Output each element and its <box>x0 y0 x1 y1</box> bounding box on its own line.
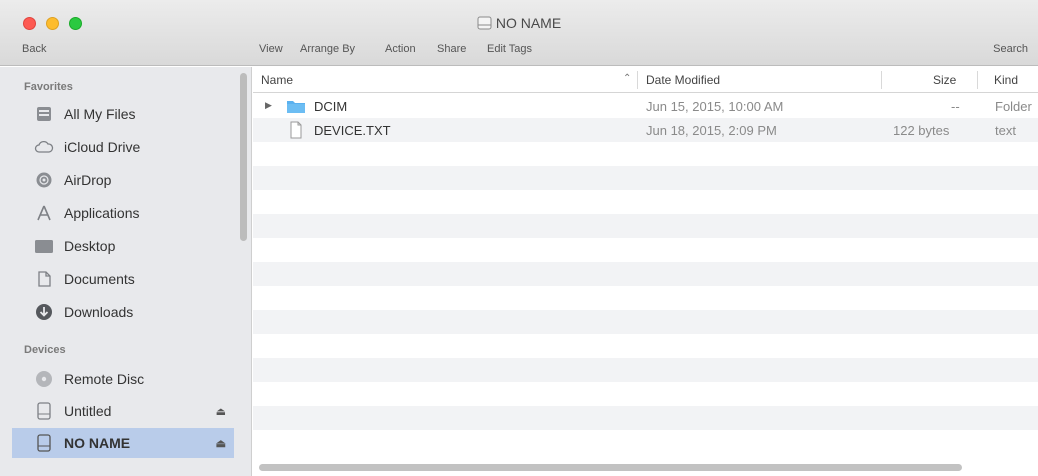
sidebar-item-label: All My Files <box>64 106 136 122</box>
window-toolbar: NO NAME Back View Arrange By Action Shar… <box>0 0 1038 66</box>
window-title-text: NO NAME <box>495 15 562 31</box>
eject-icon[interactable]: ⏏ <box>216 437 226 450</box>
empty-row <box>253 190 1038 214</box>
sidebar-item-all-my-files[interactable]: All My Files <box>12 99 234 129</box>
file-size: 122 bytes <box>893 123 950 138</box>
sidebar-item-applications[interactable]: Applications <box>12 198 234 228</box>
empty-row <box>253 166 1038 190</box>
sidebar-item-label: Applications <box>64 205 140 221</box>
date-modified-column-header[interactable]: Date Modified <box>646 73 720 87</box>
sidebar-item-label: Remote Disc <box>64 371 145 387</box>
file-kind: Folder <box>995 99 1032 114</box>
applications-icon <box>34 204 54 222</box>
sidebar-item-downloads[interactable]: Downloads <box>12 297 234 327</box>
folder-icon <box>287 101 305 113</box>
sidebar-item-label: Documents <box>64 271 135 287</box>
airdrop-icon <box>34 171 54 189</box>
all-files-icon <box>34 105 54 123</box>
empty-row <box>253 238 1038 262</box>
file-kind: text <box>995 123 1016 138</box>
desktop-icon <box>34 237 54 255</box>
file-name: DEVICE.TXT <box>314 123 391 138</box>
empty-row <box>253 406 1038 430</box>
sidebar-scrollbar[interactable] <box>240 73 247 241</box>
file-name: DCIM <box>314 99 348 114</box>
sidebar-item-label: Untitled <box>64 403 112 419</box>
sidebar-item-label: Downloads <box>64 304 134 320</box>
file-list: Name ⌃ Date Modified Size Kind ▶ DCIM Ju… <box>253 67 1038 476</box>
file-rows: ▶ DCIM Jun 15, 2015, 10:00 AM -- Folder … <box>253 94 1038 454</box>
back-button[interactable]: Back <box>22 43 46 55</box>
disclosure-triangle-icon[interactable]: ▶ <box>265 100 272 111</box>
file-size: -- <box>951 99 960 114</box>
sidebar-item-untitled[interactable]: Untitled ⏏ <box>12 396 234 426</box>
sidebar-item-label: NO NAME <box>64 435 131 451</box>
sidebar-item-label: AirDrop <box>64 172 112 188</box>
sort-ascending-icon: ⌃ <box>623 73 632 84</box>
table-row[interactable]: DEVICE.TXT Jun 18, 2015, 2:09 PM 122 byt… <box>253 118 1038 142</box>
devices-header: Devices <box>24 344 66 356</box>
sidebar-item-remote-disc[interactable]: Remote Disc <box>12 364 234 394</box>
action-button[interactable]: Action <box>385 43 416 55</box>
text-file-icon <box>290 121 302 139</box>
column-divider[interactable] <box>881 71 882 89</box>
horizontal-scrollbar[interactable] <box>259 464 962 471</box>
kind-column-header[interactable]: Kind <box>994 73 1018 87</box>
sidebar-item-label: iCloud Drive <box>64 139 141 155</box>
sidebar-item-airdrop[interactable]: AirDrop <box>12 165 234 195</box>
column-divider[interactable] <box>977 71 978 89</box>
share-button[interactable]: Share <box>437 43 466 55</box>
drive-icon <box>477 16 492 30</box>
view-button[interactable]: View <box>259 43 283 55</box>
empty-row <box>253 430 1038 454</box>
documents-icon <box>34 270 54 288</box>
empty-row <box>253 214 1038 238</box>
edit-tags-button[interactable]: Edit Tags <box>487 43 532 55</box>
column-divider[interactable] <box>637 71 638 89</box>
favorites-header: Favorites <box>24 81 73 93</box>
sidebar-item-documents[interactable]: Documents <box>12 264 234 294</box>
remote-disc-icon <box>34 370 54 388</box>
eject-icon[interactable]: ⏏ <box>216 405 226 418</box>
cloud-icon <box>34 138 54 156</box>
drive-icon <box>34 402 54 420</box>
file-date: Jun 18, 2015, 2:09 PM <box>646 123 777 138</box>
column-header: Name ⌃ Date Modified Size Kind <box>253 67 1038 93</box>
empty-row <box>253 310 1038 334</box>
empty-row <box>253 334 1038 358</box>
arrange-by-button[interactable]: Arrange By <box>300 43 355 55</box>
table-row[interactable]: ▶ DCIM Jun 15, 2015, 10:00 AM -- Folder <box>253 94 1038 118</box>
search-button[interactable]: Search <box>993 43 1028 55</box>
sidebar: Favorites All My Files iCloud Drive AirD… <box>0 67 252 476</box>
empty-row <box>253 382 1038 406</box>
name-column-header[interactable]: Name <box>261 73 293 87</box>
sidebar-item-desktop[interactable]: Desktop <box>12 231 234 261</box>
drive-icon <box>34 434 54 452</box>
sidebar-item-no-name[interactable]: NO NAME ⏏ <box>12 428 234 458</box>
window-title: NO NAME <box>0 15 1038 31</box>
empty-row <box>253 286 1038 310</box>
sidebar-item-icloud-drive[interactable]: iCloud Drive <box>12 132 234 162</box>
empty-row <box>253 262 1038 286</box>
empty-row <box>253 142 1038 166</box>
empty-row <box>253 358 1038 382</box>
downloads-icon <box>34 303 54 321</box>
size-column-header[interactable]: Size <box>933 73 956 87</box>
sidebar-item-label: Desktop <box>64 238 116 254</box>
file-date: Jun 15, 2015, 10:00 AM <box>646 99 784 114</box>
